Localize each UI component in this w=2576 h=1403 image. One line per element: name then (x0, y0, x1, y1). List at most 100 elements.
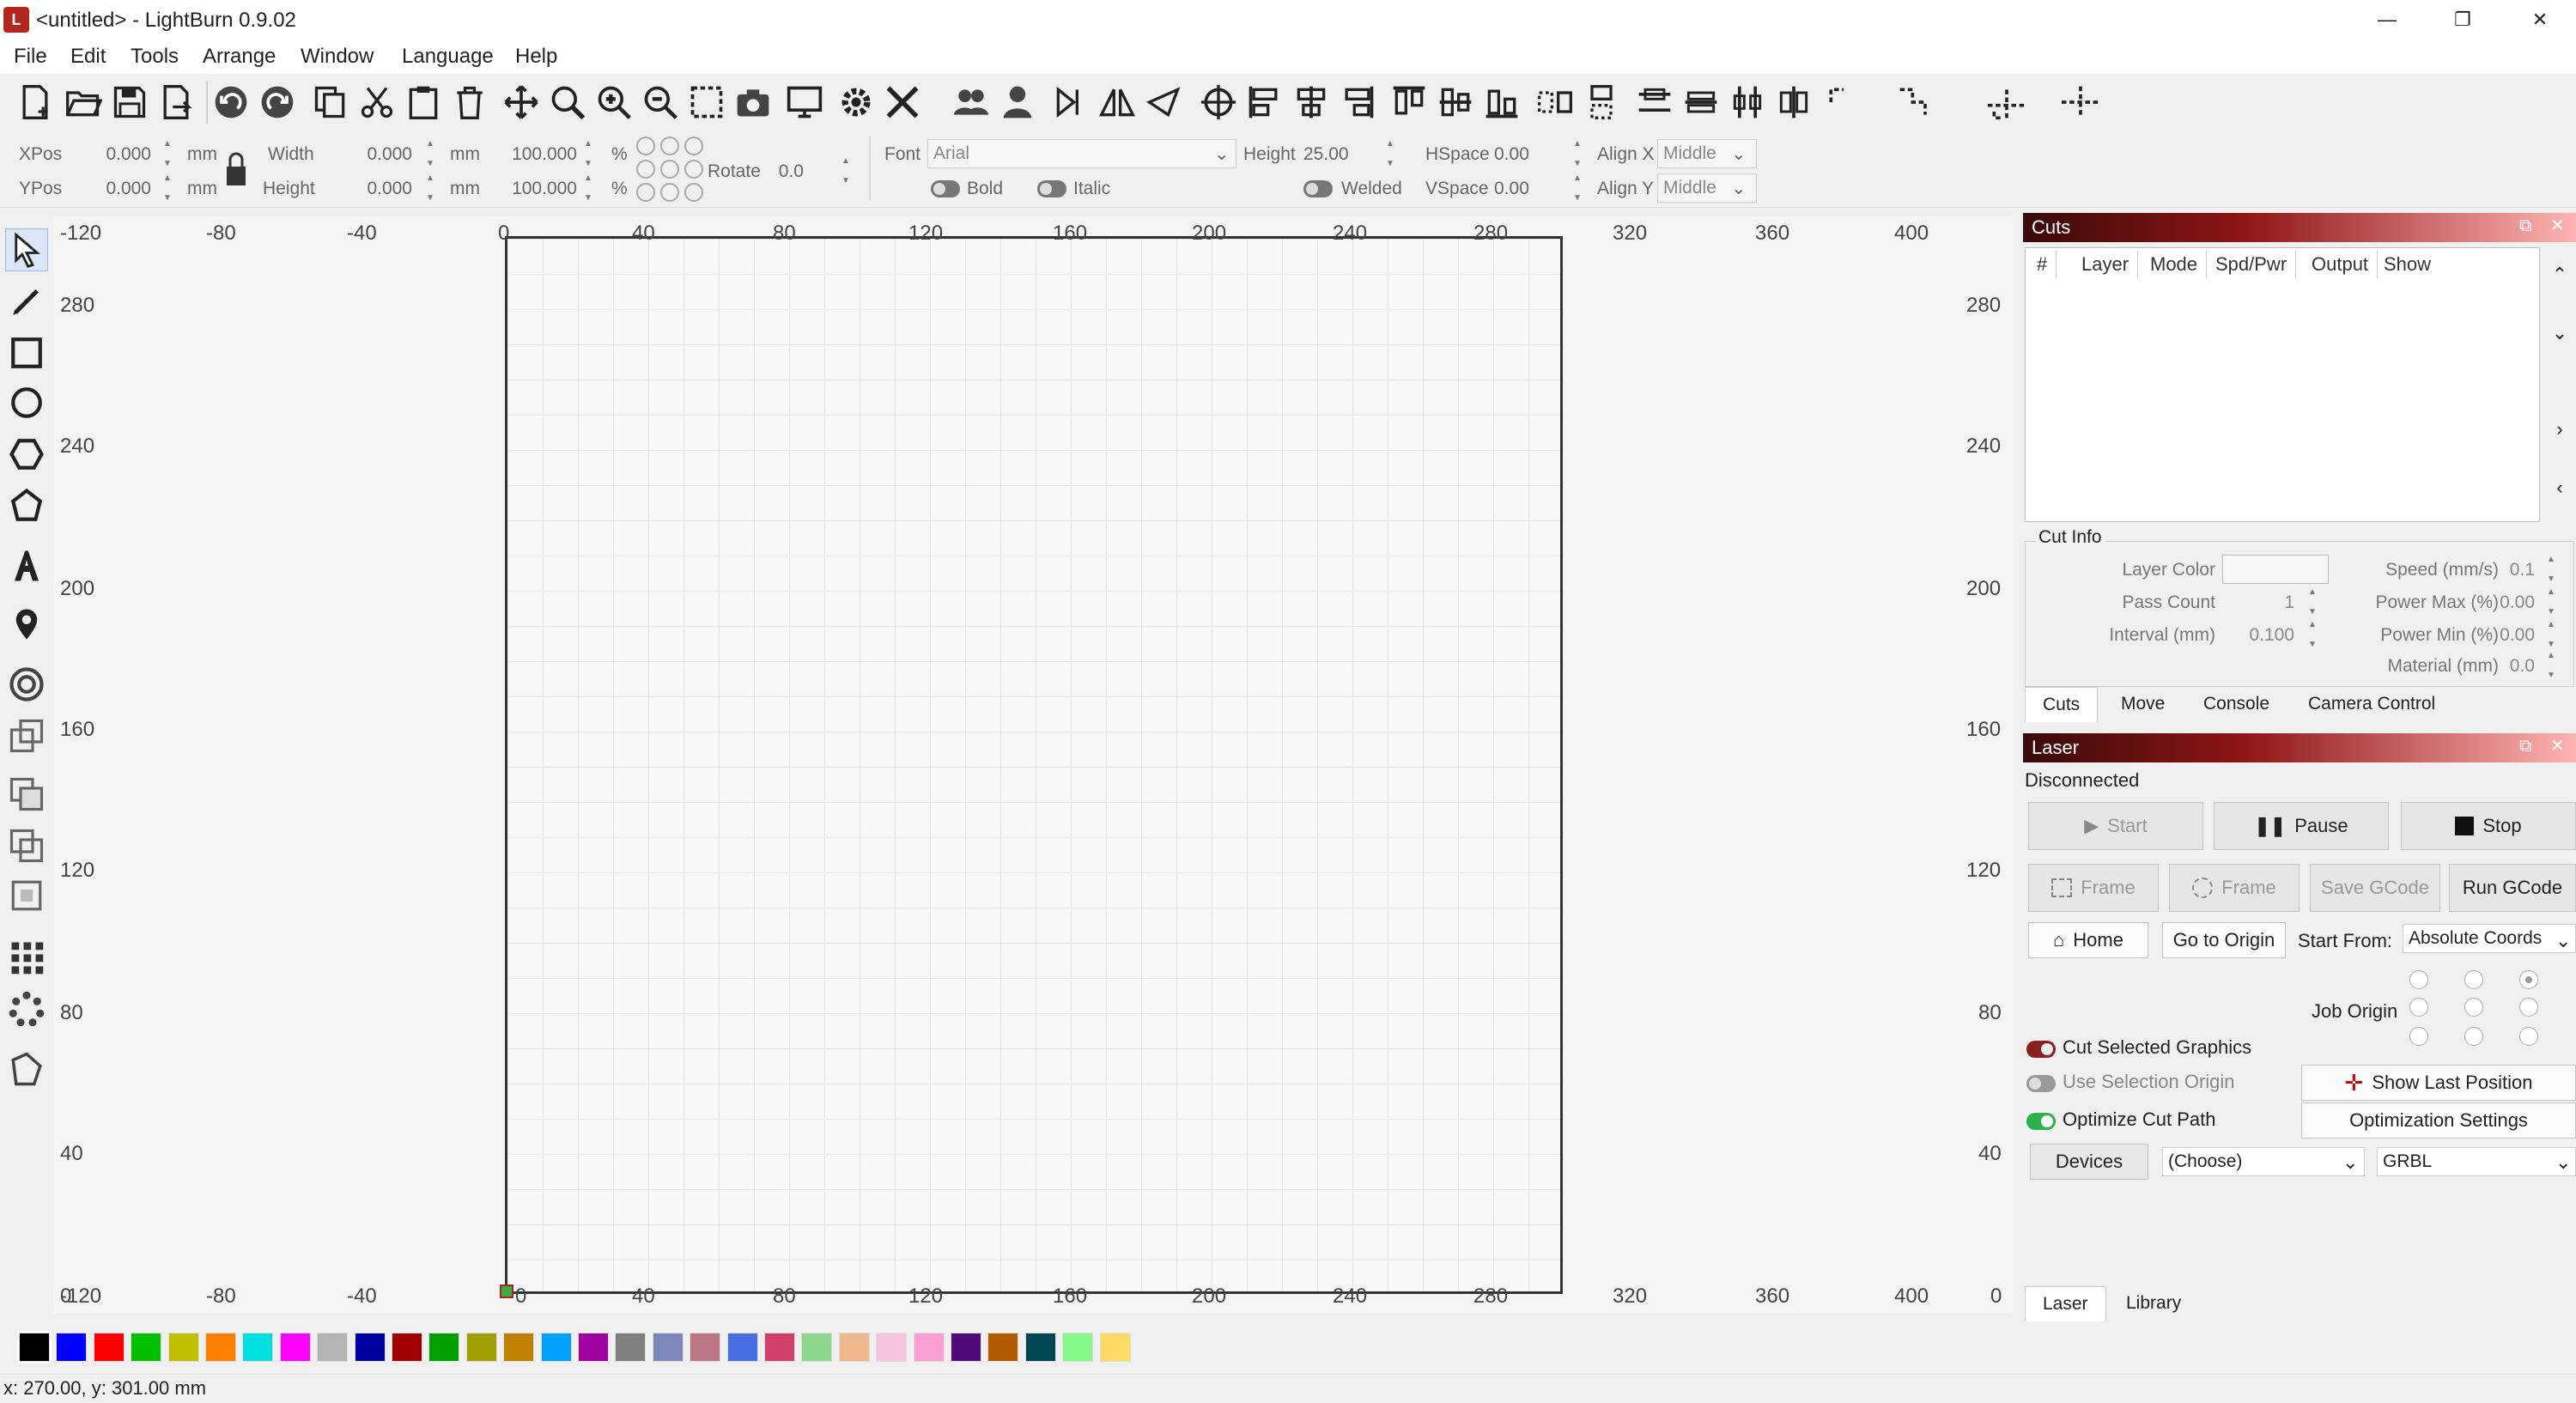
save-icon[interactable] (106, 79, 153, 125)
align-bottom-icon[interactable] (1479, 79, 1525, 125)
distribute-h-icon[interactable] (1532, 79, 1578, 125)
select-arrow-icon[interactable] (5, 228, 48, 271)
col-show[interactable]: Show (2375, 251, 2439, 278)
color-swatch[interactable] (56, 1333, 88, 1362)
color-swatch[interactable] (392, 1333, 422, 1362)
device-dropdown[interactable]: (Choose) (2162, 1147, 2365, 1176)
color-swatch[interactable] (354, 1333, 386, 1362)
rotate-spinner[interactable] (841, 156, 855, 185)
color-swatch[interactable] (465, 1333, 497, 1362)
job-origin-radio-mr[interactable] (2519, 998, 2538, 1017)
undo-icon[interactable] (208, 79, 254, 125)
color-swatch[interactable] (540, 1333, 572, 1362)
color-swatch[interactable] (838, 1333, 870, 1362)
job-origin-radio-br[interactable] (2519, 1027, 2538, 1046)
flip-horizontal-icon[interactable] (1048, 79, 1094, 125)
width-spinner[interactable] (426, 139, 440, 168)
ypos-spinner[interactable] (163, 173, 177, 203)
start-button[interactable]: ▶ Start (2028, 802, 2203, 850)
color-swatch[interactable] (801, 1333, 833, 1362)
lock-aspect-icon[interactable] (225, 151, 247, 187)
color-swatch[interactable] (726, 1333, 758, 1362)
menu-help[interactable]: Help (515, 43, 557, 70)
home-button[interactable]: ⌂ Home (2028, 922, 2148, 958)
tab-console[interactable]: Console (2186, 687, 2287, 721)
menu-arrange[interactable]: Arrange (203, 43, 276, 70)
run-gcode-button[interactable]: Run GCode (2449, 864, 2576, 912)
corner-top-left-icon[interactable] (1820, 79, 1867, 125)
float-panel-icon[interactable]: ⧉ (2519, 737, 2531, 756)
circular-array-icon[interactable] (5, 987, 48, 1030)
space-h-icon[interactable] (1631, 79, 1678, 125)
power-min-spinner[interactable] (2547, 620, 2561, 649)
color-swatch[interactable] (131, 1333, 162, 1362)
weld-shapes-icon[interactable] (5, 714, 48, 757)
camera-icon[interactable] (730, 79, 776, 125)
start-from-dropdown[interactable]: Absolute Coords (2403, 924, 2576, 953)
color-swatch[interactable] (987, 1333, 1019, 1362)
close-panel-icon[interactable]: ✕ (2550, 735, 2565, 756)
float-panel-icon[interactable]: ⧉ (2519, 216, 2531, 236)
color-swatch[interactable] (615, 1333, 647, 1362)
rotate-field[interactable]: 0.0 (769, 160, 804, 184)
move-layer-up-icon[interactable]: ⌃ (2545, 258, 2574, 292)
close-button[interactable]: ✕ (2514, 3, 2566, 36)
color-swatch[interactable] (951, 1333, 981, 1362)
align-top-icon[interactable] (1386, 79, 1432, 125)
material-spinner[interactable] (2547, 651, 2561, 680)
frame-circle-button[interactable]: Frame (2169, 864, 2300, 912)
text-height-spinner[interactable] (1386, 139, 1400, 168)
bold-toggle[interactable] (931, 180, 960, 197)
align-vcenter-icon[interactable] (1432, 79, 1479, 125)
color-swatch[interactable] (652, 1333, 683, 1362)
power-min-field[interactable]: 0.00 (2490, 623, 2535, 647)
job-origin-radio-tl[interactable] (2409, 970, 2428, 989)
tab-library[interactable]: Library (2109, 1286, 2198, 1321)
controller-dropdown[interactable]: GRBL (2377, 1147, 2576, 1176)
speed-field[interactable]: 0.1 (2490, 558, 2535, 582)
distribute-v-icon[interactable] (1578, 79, 1625, 125)
job-origin-radio-tc[interactable] (2464, 970, 2483, 989)
devices-button[interactable]: Devices (2030, 1144, 2148, 1180)
zoom-fit-icon[interactable] (544, 79, 591, 125)
corner-step-icon[interactable] (1893, 79, 1939, 125)
make-same-height-icon[interactable] (1771, 79, 1817, 125)
col-number[interactable]: # (2028, 251, 2057, 278)
color-swatch[interactable] (167, 1333, 199, 1362)
height-spinner[interactable] (426, 173, 440, 203)
layer-color-swatch[interactable] (2222, 555, 2329, 584)
pass-count-field[interactable]: 1 (2233, 591, 2294, 615)
color-swatch[interactable] (1062, 1333, 1094, 1362)
transform-anchor-grid[interactable] (634, 136, 706, 203)
col-output[interactable]: Output (2303, 251, 2379, 278)
color-swatch[interactable] (93, 1333, 125, 1362)
pentagon-tool-icon[interactable] (5, 484, 48, 527)
boolean-union-icon[interactable] (5, 773, 48, 816)
zoom-frame-icon[interactable] (683, 79, 730, 125)
ungroup-icon[interactable] (994, 79, 1041, 125)
zoom-out-icon[interactable] (637, 79, 683, 125)
vspace-field[interactable]: 0.00 (1494, 177, 1529, 201)
menu-language[interactable]: Language (402, 43, 494, 70)
redo-icon[interactable] (254, 79, 301, 125)
vspace-spinner[interactable] (1573, 173, 1587, 203)
color-swatch[interactable] (913, 1333, 945, 1362)
show-last-position-button[interactable]: ✛ Show Last Position (2301, 1065, 2576, 1101)
color-swatch[interactable] (317, 1333, 349, 1362)
text-height-field[interactable]: 25.00 (1303, 143, 1349, 167)
boolean-subtract-icon[interactable] (5, 824, 48, 867)
copy-icon[interactable] (307, 79, 354, 125)
col-layer[interactable]: Layer (2073, 251, 2139, 278)
expand-right-icon[interactable]: › (2545, 412, 2574, 446)
color-swatch[interactable] (17, 1331, 52, 1364)
job-origin-radio-bc[interactable] (2464, 1027, 2483, 1046)
tab-move[interactable]: Move (2104, 687, 2182, 721)
flip-vertical-icon[interactable] (1140, 79, 1187, 125)
tab-cuts[interactable]: Cuts (2025, 687, 2099, 722)
xpos-field[interactable]: 0.000 (82, 143, 151, 167)
text-tool-icon[interactable] (5, 544, 48, 587)
new-file-icon[interactable] (12, 79, 58, 125)
tab-laser[interactable]: Laser (2025, 1286, 2106, 1321)
scale-height-spinner[interactable] (584, 173, 598, 203)
color-swatch[interactable] (690, 1333, 721, 1362)
